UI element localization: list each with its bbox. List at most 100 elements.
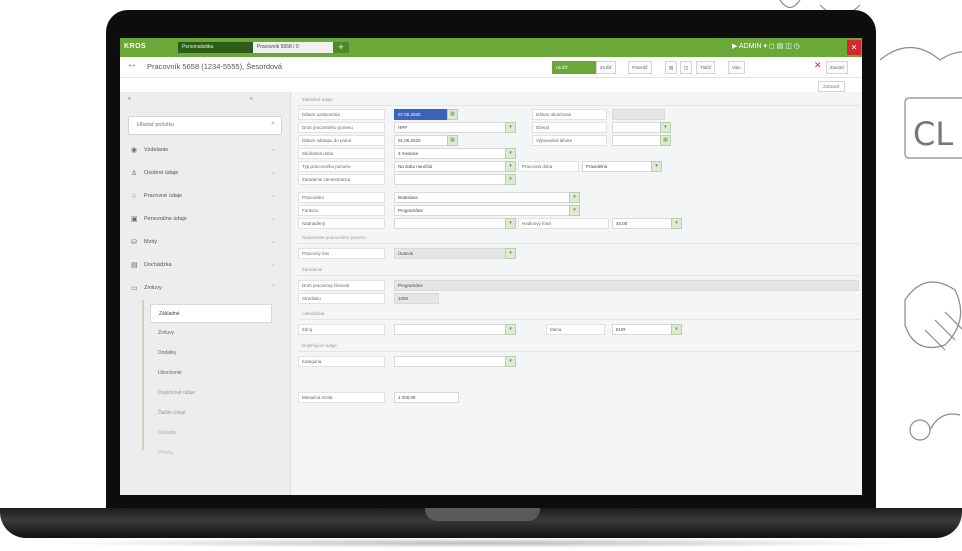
user-menu[interactable]: ▶ ADMIN ▾ ◻ ▤ ◫ ◷ (732, 42, 800, 50)
submenu-item[interactable]: Prílohy (150, 444, 270, 461)
date-input[interactable] (612, 135, 665, 146)
chevron-down-icon: ⌄ (270, 239, 276, 245)
date-input[interactable]: 01.06.2020 (394, 135, 453, 146)
sidebar-item-pracovne[interactable]: ♘ Pracovné údaje ⌄ (128, 186, 282, 206)
chevron-down-icon[interactable]: ▾ (660, 122, 671, 133)
chevron-down-icon[interactable]: ▾ (505, 161, 516, 172)
select-input[interactable]: Bratislava (394, 192, 575, 203)
chevron-down-icon[interactable]: ▾ (671, 218, 682, 229)
field-label: Mesačná mzda (298, 392, 385, 403)
id-card-icon: ▣ (131, 216, 138, 223)
app-logo: KROS (124, 43, 147, 50)
number-input[interactable]: 1 200,00 (394, 392, 459, 403)
laptop-notch (425, 508, 540, 521)
payroll-icon: ⛁ (131, 239, 137, 246)
sidebar: ▾ ≡ Hľadať položku ⌕ ◉ Vzdelanie ⌄ ♙ Oso… (120, 92, 291, 495)
field-label: Pracovný čas (298, 248, 385, 259)
chevron-down-icon[interactable]: ▾ (505, 218, 516, 229)
back-forward-icon[interactable]: ◂ ▸ (128, 62, 136, 69)
date-input[interactable] (612, 109, 665, 120)
document-tab[interactable]: Pracovník 5658 / 0 (253, 42, 333, 53)
submenu-label: Doplnkové údaje (158, 390, 196, 396)
sidebar-search[interactable]: Hľadať položku ⌕ (128, 116, 282, 135)
submenu-item[interactable]: Ďalšie údaje (150, 404, 270, 421)
save-button[interactable]: Uložiť (552, 61, 598, 74)
view-button[interactable]: Zobraziť (818, 81, 845, 92)
submenu-label: Doklady (158, 430, 177, 436)
calendar-icon[interactable]: ▦ (447, 109, 458, 120)
select-input[interactable]: Programátor (394, 205, 575, 216)
confirm-button[interactable]: Potvrdiť (628, 61, 652, 74)
list-icon[interactable]: ▤ (665, 61, 678, 74)
submenu-item[interactable]: Zmluvy (150, 324, 270, 341)
chevron-down-icon[interactable]: ▾ (569, 192, 580, 203)
field-label: Pracovná doba (518, 161, 579, 172)
layout-icon[interactable]: ◫ (680, 61, 693, 74)
calendar-icon[interactable]: ▦ (660, 135, 671, 146)
select-input[interactable]: EUR (612, 324, 677, 335)
field-label: Druh pracovného pomeru (298, 122, 385, 133)
select-input[interactable]: Úväzok (394, 248, 511, 259)
calendar-icon[interactable]: ▦ (447, 135, 458, 146)
chevron-down-icon[interactable]: ▾ (505, 174, 516, 185)
close-x-icon[interactable]: ✕ (814, 60, 822, 71)
select-input[interactable]: 3 mesiace (394, 148, 511, 159)
chevron-down-icon[interactable]: ▾ (671, 324, 682, 335)
search-icon: ⌕ (271, 120, 275, 127)
select-input[interactable] (394, 356, 511, 367)
sidebar-collapse-icon[interactable]: ▾ (128, 96, 131, 102)
chevron-down-icon[interactable]: ▾ (505, 324, 516, 335)
chevron-down-icon[interactable]: ▾ (505, 122, 516, 133)
select-input[interactable] (394, 218, 511, 229)
date-input[interactable]: 07.05.2020 (394, 109, 453, 120)
select-input[interactable]: Programátor (394, 280, 859, 291)
submenu-label: Ďalšie údaje (158, 410, 186, 416)
field-label: Pracovisko (298, 192, 385, 203)
print-button[interactable]: Tlačiť (696, 61, 716, 74)
sidebar-item-dochadzka[interactable]: ▤ Dochádzka ⌄ (128, 255, 282, 275)
sidebar-item-mzdy[interactable]: ⛁ Mzdy ⌄ (128, 232, 282, 252)
chevron-down-icon[interactable]: ▾ (505, 248, 516, 259)
field-label: Typ pracovného pomeru (298, 161, 385, 172)
title-bar: ◂ ▸ Pracovník 5658 (1234-5555), Šesordov… (120, 57, 862, 78)
field-label: Nadriadený (298, 218, 385, 229)
module-tab[interactable]: Personalistika (178, 42, 256, 53)
submenu-item[interactable]: Dodatky (150, 344, 270, 361)
submenu-label: Základné (159, 311, 180, 317)
cancel-button[interactable]: Zrušiť (596, 61, 616, 74)
select-input[interactable] (394, 174, 511, 185)
submenu-label: Dodatky (158, 350, 177, 356)
chevron-down-icon[interactable]: ▾ (651, 161, 662, 172)
chevron-down-icon: ⌄ (270, 216, 276, 222)
new-tab-button[interactable]: + (333, 42, 349, 53)
select-input[interactable]: Pravidelná (582, 161, 657, 172)
chevron-down-icon[interactable]: ▾ (569, 205, 580, 216)
select-input[interactable] (612, 122, 665, 133)
app-screen: KROS Personalistika Pracovník 5658 / 0 +… (120, 38, 862, 495)
person-icon: ♙ (131, 170, 138, 177)
chevron-down-icon[interactable]: ▾ (505, 148, 516, 159)
close-icon[interactable]: ✕ (847, 40, 861, 55)
field-label: Kategória (298, 356, 385, 367)
select-input[interactable] (394, 324, 511, 335)
submenu-item[interactable]: Doklady (150, 424, 270, 441)
sidebar-item-zmluvy[interactable]: ▭ Zmluvy ⌃ (128, 278, 282, 298)
field-label: Dôvod (532, 122, 607, 133)
select-input[interactable]: Na dobu neurčitú (394, 161, 511, 172)
submenu-item[interactable]: Základné (150, 304, 272, 323)
close-button[interactable]: Zavrieť (826, 61, 849, 74)
select-input[interactable]: HPP (394, 122, 511, 133)
select-input[interactable]: 1000 (394, 293, 439, 304)
search-placeholder: Hľadať položku (137, 122, 175, 128)
submenu-item[interactable]: Doplnkové údaje (150, 384, 270, 401)
chevron-down-icon[interactable]: ▾ (505, 356, 516, 367)
sidebar-menu-icon[interactable]: ≡ (250, 96, 253, 102)
number-input[interactable]: 40,00 (612, 218, 677, 229)
submenu-item[interactable]: Ukončenie (150, 364, 270, 381)
sidebar-item-osobne[interactable]: ♙ Osobné údaje ⌄ (128, 163, 282, 183)
sidebar-item-vzdelanie[interactable]: ◉ Vzdelanie ⌄ (128, 140, 282, 160)
calendar-icon: ▤ (131, 262, 138, 269)
sidebar-item-personalne[interactable]: ▣ Personálne údaje ⌄ (128, 209, 282, 229)
field-label: Stredisko (298, 293, 385, 304)
more-button[interactable]: Viac (728, 61, 745, 74)
